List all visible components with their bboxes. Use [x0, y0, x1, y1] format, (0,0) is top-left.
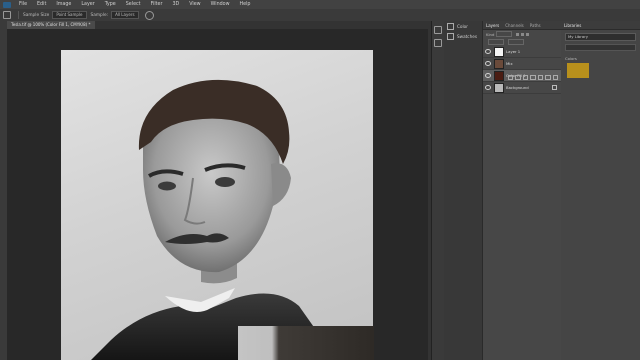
menu-edit[interactable]: Edit — [32, 2, 51, 7]
color-panel-dock: Color Swatches — [444, 21, 482, 360]
color-icon — [447, 22, 454, 30]
filter-kind-select[interactable] — [496, 31, 513, 37]
layer-name: Background — [506, 85, 529, 90]
libraries-panel: Libraries My Library Colors — [561, 21, 640, 360]
layer-filter-row: Kind — [483, 30, 561, 38]
layer-list: Layer 1 Mix Color Fill 1 Background — [483, 46, 561, 94]
menu-filter[interactable]: Filter — [146, 2, 168, 7]
sample-size-select[interactable]: Point Sample — [52, 11, 87, 19]
filter-type-icon[interactable] — [526, 32, 530, 36]
filter-adjust-icon[interactable] — [521, 32, 525, 36]
color-panel-button[interactable]: Color — [444, 21, 482, 31]
layer-name: Mix — [506, 61, 513, 66]
menu-help[interactable]: Help — [235, 2, 256, 7]
tab-channels[interactable]: Channels — [502, 23, 527, 28]
layers-panel: Layers Channels Paths Kind Layer 1 Mix Col… — [482, 21, 562, 360]
layer-style-icon[interactable] — [515, 74, 521, 81]
library-select[interactable]: My Library — [565, 33, 636, 41]
layer-row[interactable]: Layer 1 — [483, 46, 561, 58]
new-layer-icon[interactable] — [545, 74, 551, 81]
tab-libraries[interactable]: Libraries — [561, 23, 584, 28]
sample-layers-select[interactable]: All Layers — [111, 11, 139, 19]
layers-footer — [483, 74, 561, 81]
link-layers-icon[interactable] — [507, 74, 513, 81]
swatches-panel-button[interactable]: Swatches — [444, 31, 482, 41]
layers-panel-tabs: Layers Channels Paths — [483, 21, 561, 30]
eyedropper-tool-icon[interactable] — [0, 11, 14, 19]
panel-icon-strip — [431, 21, 445, 360]
layer-row[interactable]: Background — [483, 82, 561, 94]
menu-type[interactable]: Type — [100, 2, 121, 7]
layer-row[interactable]: Mix — [483, 58, 561, 70]
new-group-icon[interactable] — [537, 74, 543, 81]
layer-name: Layer 1 — [506, 49, 521, 54]
history-icon[interactable] — [434, 26, 442, 34]
layer-thumbnail — [494, 82, 504, 93]
menu-window[interactable]: Window — [206, 2, 235, 7]
menu-layer[interactable]: Layer — [76, 2, 99, 7]
portrait-image — [61, 50, 373, 360]
overlay-image-layer — [238, 326, 374, 360]
color-label: Color — [457, 23, 468, 29]
app-logo-icon[interactable] — [0, 0, 14, 9]
add-mask-icon[interactable] — [522, 74, 528, 81]
layer-thumbnail — [494, 58, 504, 69]
visibility-eye-icon[interactable] — [485, 85, 491, 90]
filter-pixel-icon[interactable] — [516, 32, 520, 36]
swatches-label: Swatches — [457, 33, 478, 39]
menu-bar: File Edit Image Layer Type Select Filter… — [0, 0, 640, 9]
show-sampling-ring-icon[interactable] — [144, 10, 154, 20]
colors-section-label: Colors — [565, 56, 577, 61]
properties-icon[interactable] — [434, 39, 442, 47]
visibility-eye-icon[interactable] — [485, 49, 491, 54]
visibility-eye-icon[interactable] — [485, 61, 491, 66]
lock-icon — [552, 85, 557, 90]
trash-icon[interactable] — [552, 74, 558, 81]
menu-select[interactable]: Select — [121, 2, 146, 7]
menu-file[interactable]: File — [14, 2, 32, 7]
portrait-illustration — [91, 79, 335, 360]
divider — [18, 11, 19, 19]
sample-size-label: Sample Size — [23, 12, 50, 18]
library-color-swatch[interactable] — [567, 63, 589, 78]
blend-row — [483, 38, 561, 46]
menu-3d[interactable]: 3D — [167, 2, 184, 7]
document-tab[interactable]: Tesla.tif @ 100% (Color Fill 1, CMYK/8) … — [7, 21, 95, 29]
layer-thumbnail — [494, 46, 504, 57]
sample-label: Sample: — [90, 12, 109, 18]
tab-layers[interactable]: Layers — [483, 23, 502, 28]
adjustment-layer-icon[interactable] — [530, 74, 536, 81]
library-search-input[interactable] — [565, 44, 636, 51]
swatches-icon — [447, 32, 454, 40]
libraries-tabs: Libraries — [561, 21, 640, 30]
menu-view[interactable]: View — [184, 2, 205, 7]
opacity-field[interactable] — [508, 39, 524, 45]
menu-image[interactable]: Image — [51, 2, 76, 7]
filter-kind-label: Kind — [486, 31, 495, 37]
blend-mode-select[interactable] — [488, 39, 504, 45]
tab-paths[interactable]: Paths — [527, 23, 544, 28]
